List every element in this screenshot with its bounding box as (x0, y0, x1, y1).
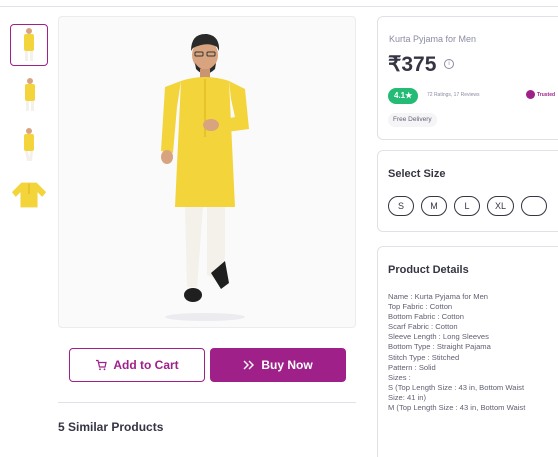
size-option-m[interactable]: M (421, 196, 447, 216)
product-details-heading: Product Details (388, 264, 469, 276)
similar-products-heading: 5 Similar Products (58, 420, 164, 434)
detail-line: Top Fabric : Cotton (388, 302, 453, 312)
select-size-heading: Select Size (388, 168, 446, 180)
detail-line: Pattern : Solid (388, 362, 436, 372)
thumbnail-walk[interactable] (10, 124, 48, 166)
buy-now-label: Buy Now (261, 358, 313, 372)
size-option-s[interactable]: S (388, 196, 414, 216)
size-options: S M L XL (388, 196, 548, 216)
product-title: Kurta Pyjama for Men (389, 34, 477, 44)
add-to-cart-label: Add to Cart (113, 358, 179, 372)
thumbnail-side[interactable] (10, 74, 48, 116)
detail-line: Scarf Fabric : Cotton (388, 322, 458, 332)
detail-line: S (Top Length Size : 43 in, Bottom Waist (388, 382, 525, 392)
product-price: ₹375 (388, 53, 437, 76)
product-thumbnail-image (11, 182, 47, 208)
product-thumbnail-image (24, 128, 34, 161)
thumbnail-front[interactable] (10, 24, 48, 66)
thumbnail-list (10, 24, 50, 224)
product-details-card: Product Details Name : Kurta Pyjama for … (377, 246, 558, 457)
info-icon[interactable]: i (444, 59, 454, 69)
trusted-label: Trusted (537, 91, 556, 98)
product-thumbnail-image (25, 78, 35, 111)
main-product-image[interactable] (58, 16, 356, 328)
detail-line: Name : Kurta Pyjama for Men (388, 292, 489, 301)
detail-line: Stitch Type : Stitched (388, 352, 460, 362)
add-to-cart-button[interactable]: Add to Cart (69, 348, 205, 382)
detail-line: Bottom Fabric : Cotton (388, 312, 464, 322)
buy-now-button[interactable]: Buy Now (210, 348, 346, 382)
trusted-badge: Trusted (526, 90, 555, 99)
top-divider (0, 6, 558, 7)
product-thumbnail-image (24, 28, 34, 61)
model-figure-image (161, 33, 249, 321)
size-option-xl[interactable]: XL (487, 196, 515, 216)
section-divider (58, 402, 356, 403)
detail-line: Sizes : (388, 372, 411, 382)
detail-line: Size: 41 in) (388, 392, 426, 402)
detail-line: Sleeve Length : Long Sleeves (388, 332, 489, 342)
product-summary-card: Kurta Pyjama for Men ₹375 i 4.1★ 72 Rati… (377, 16, 558, 140)
select-size-card: Select Size S M L XL (377, 150, 558, 232)
thumbnail-flat[interactable] (10, 174, 48, 216)
size-option-l[interactable]: L (454, 196, 480, 216)
shield-icon (526, 90, 535, 99)
detail-line: Bottom Type : Straight Pajama (388, 342, 491, 352)
product-details-list: Name : Kurta Pyjama for Men Top Fabric :… (388, 292, 558, 413)
size-option-more[interactable] (521, 196, 548, 216)
cart-icon (96, 359, 108, 371)
detail-line: M (Top Length Size : 43 in, Bottom Waist (388, 403, 526, 413)
free-delivery-badge: Free Delivery (388, 113, 437, 127)
double-chevron-icon (243, 360, 255, 370)
ratings-reviews-count[interactable]: 72 Ratings, 17 Reviews (427, 92, 480, 98)
rating-badge: 4.1★ (388, 88, 419, 104)
